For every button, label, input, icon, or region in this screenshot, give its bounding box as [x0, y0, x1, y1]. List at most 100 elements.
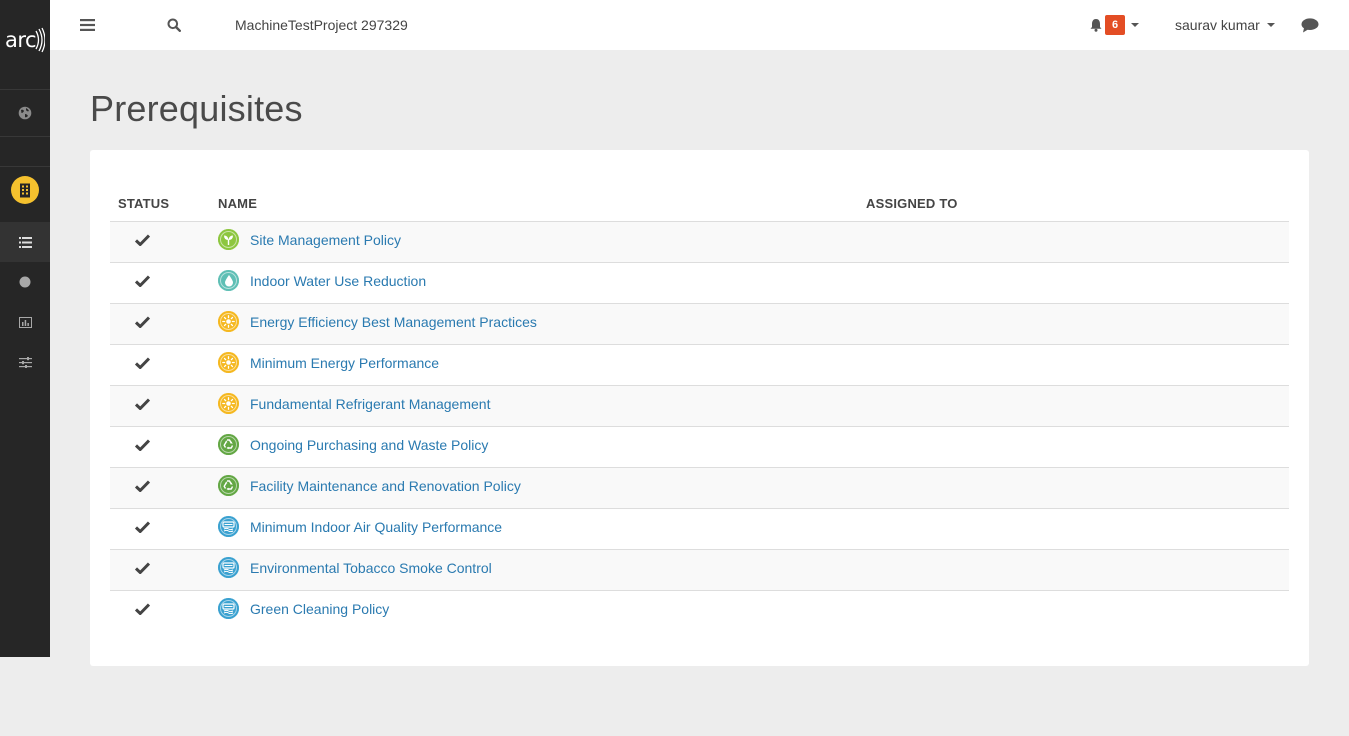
name-cell: Minimum Energy Performance [218, 344, 866, 386]
chat-button[interactable] [1301, 18, 1319, 33]
name-cell: Site Management Policy [218, 221, 866, 263]
assigned-cell[interactable] [866, 508, 1289, 550]
column-header-name[interactable]: NAME [218, 186, 866, 222]
name-cell: Ongoing Purchasing and Waste Policy [218, 426, 866, 468]
notification-badge: 6 [1105, 15, 1125, 35]
prerequisite-link[interactable]: Facility Maintenance and Renovation Poli… [250, 478, 521, 494]
checkmark-icon [135, 479, 150, 492]
sidebar: arc [0, 0, 50, 657]
indoor-category-icon [218, 557, 239, 578]
prerequisite-link[interactable]: Minimum Energy Performance [250, 355, 439, 371]
table-row[interactable]: Fundamental Refrigerant Management [110, 385, 1289, 427]
sidebar-item-list[interactable] [0, 222, 50, 262]
chevron-down-icon [1266, 23, 1275, 27]
table-row[interactable]: Minimum Energy Performance [110, 344, 1289, 386]
sidebar-item-globe[interactable] [0, 92, 50, 134]
checkmark-icon [135, 520, 150, 533]
status-cell [110, 385, 218, 427]
prerequisite-link[interactable]: Energy Efficiency Best Management Practi… [250, 314, 537, 330]
topbar: MachineTestProject 297329 6 saurav kumar [50, 0, 1349, 50]
checkmark-icon [135, 315, 150, 328]
name-cell: Facility Maintenance and Renovation Poli… [218, 467, 866, 509]
assigned-cell[interactable] [866, 467, 1289, 509]
name-cell: Environmental Tobacco Smoke Control [218, 549, 866, 591]
user-menu[interactable]: saurav kumar [1175, 17, 1275, 33]
notifications-button[interactable]: 6 [1090, 15, 1139, 35]
checkmark-icon [135, 233, 150, 246]
page-title: Prerequisites [90, 88, 303, 129]
site-category-icon [218, 229, 239, 250]
logo-waves-icon [35, 27, 46, 53]
prerequisites-table: STATUS NAME ASSIGNED TO Site Management … [110, 186, 1289, 631]
checkmark-icon [135, 561, 150, 574]
sidebar-item-chart[interactable] [0, 302, 50, 342]
indoor-category-icon [218, 598, 239, 620]
energy-category-icon [218, 352, 239, 373]
table-row[interactable]: Minimum Indoor Air Quality Performance [110, 508, 1289, 550]
prerequisites-card: STATUS NAME ASSIGNED TO Site Management … [90, 150, 1309, 666]
search-icon [167, 18, 181, 32]
circle-icon [19, 276, 31, 288]
building-icon [20, 183, 30, 197]
table-row[interactable]: Indoor Water Use Reduction [110, 262, 1289, 304]
sidebar-divider [0, 166, 50, 167]
user-name: saurav kumar [1175, 17, 1260, 33]
status-cell [110, 344, 218, 386]
table-header-row: STATUS NAME ASSIGNED TO [110, 186, 1289, 222]
chevron-down-icon [1131, 23, 1139, 27]
prerequisite-link[interactable]: Site Management Policy [250, 232, 401, 248]
table-row[interactable]: Environmental Tobacco Smoke Control [110, 549, 1289, 591]
table-row[interactable]: Facility Maintenance and Renovation Poli… [110, 467, 1289, 509]
bell-icon [1090, 19, 1102, 32]
table-row[interactable]: Green Cleaning Policy [110, 590, 1289, 631]
column-header-assigned[interactable]: ASSIGNED TO [866, 186, 1289, 222]
status-cell [110, 467, 218, 509]
name-cell: Minimum Indoor Air Quality Performance [218, 508, 866, 550]
sidebar-divider [0, 136, 50, 137]
sidebar-item-building[interactable] [0, 172, 50, 208]
assigned-cell[interactable] [866, 221, 1289, 263]
prerequisite-link[interactable]: Environmental Tobacco Smoke Control [250, 560, 492, 576]
status-cell [110, 508, 218, 550]
logo-text: arc [4, 28, 37, 52]
column-header-status[interactable]: STATUS [110, 186, 218, 222]
assigned-cell[interactable] [866, 549, 1289, 591]
prerequisite-link[interactable]: Green Cleaning Policy [250, 601, 389, 617]
sidebar-item-settings[interactable] [0, 342, 50, 382]
globe-icon [18, 106, 32, 120]
assigned-cell[interactable] [866, 344, 1289, 386]
arc-logo[interactable]: arc [0, 0, 50, 90]
project-title[interactable]: MachineTestProject 297329 [235, 17, 408, 33]
table-row[interactable]: Ongoing Purchasing and Waste Policy [110, 426, 1289, 468]
checkmark-icon [135, 274, 150, 287]
menu-button[interactable] [80, 19, 95, 31]
name-cell: Energy Efficiency Best Management Practi… [218, 303, 866, 345]
status-cell [110, 221, 218, 263]
list-icon [18, 236, 32, 248]
prerequisite-link[interactable]: Ongoing Purchasing and Waste Policy [250, 437, 488, 453]
checkmark-icon [135, 356, 150, 369]
assigned-cell[interactable] [866, 385, 1289, 427]
status-cell [110, 262, 218, 304]
sliders-icon [18, 356, 32, 368]
prerequisite-link[interactable]: Indoor Water Use Reduction [250, 273, 426, 289]
assigned-cell[interactable] [866, 426, 1289, 468]
name-cell: Indoor Water Use Reduction [218, 262, 866, 304]
assigned-cell[interactable] [866, 262, 1289, 304]
energy-category-icon [218, 311, 239, 332]
search-button[interactable] [167, 18, 181, 32]
sidebar-item-circle[interactable] [0, 262, 50, 302]
building-icon-badge [11, 176, 39, 204]
hamburger-icon [80, 19, 95, 31]
water-category-icon [218, 270, 239, 291]
bar-chart-icon [18, 316, 32, 328]
checkmark-icon [135, 603, 150, 615]
assigned-cell[interactable] [866, 303, 1289, 345]
status-cell [110, 426, 218, 468]
table-row[interactable]: Energy Efficiency Best Management Practi… [110, 303, 1289, 345]
table-row[interactable]: Site Management Policy [110, 221, 1289, 263]
assigned-cell[interactable] [866, 590, 1289, 631]
name-cell: Fundamental Refrigerant Management [218, 385, 866, 427]
prerequisite-link[interactable]: Minimum Indoor Air Quality Performance [250, 519, 502, 535]
prerequisite-link[interactable]: Fundamental Refrigerant Management [250, 396, 490, 412]
